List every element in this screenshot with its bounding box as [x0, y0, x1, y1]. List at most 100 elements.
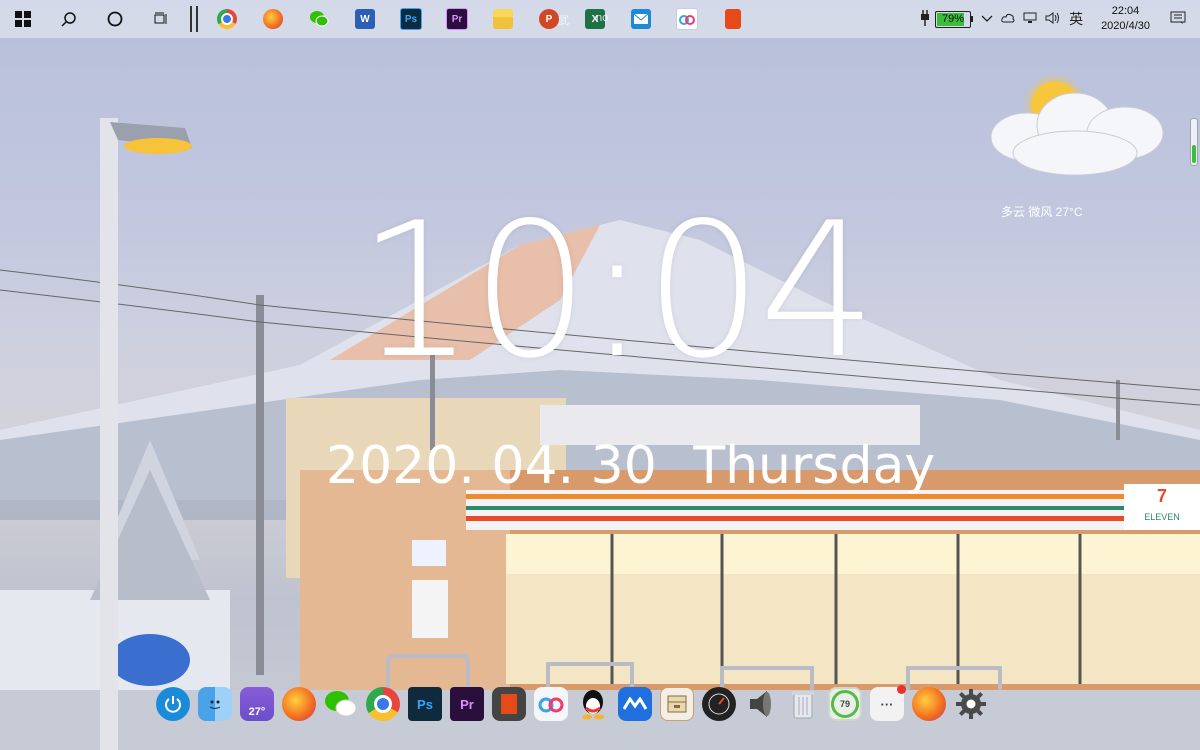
- office-icon: [501, 694, 517, 714]
- cortana-button[interactable]: [92, 0, 138, 38]
- task-view-button[interactable]: [138, 0, 184, 38]
- dock-qq[interactable]: [576, 687, 610, 721]
- faint-overlay-text: 武: [558, 15, 569, 27]
- battery-percent: 79%: [942, 13, 965, 25]
- chevron-down-icon[interactable]: [981, 12, 993, 26]
- task-view-icon: [154, 12, 167, 24]
- dock-chrome[interactable]: [366, 687, 400, 721]
- chrome-icon: [374, 695, 392, 713]
- ime-indicator[interactable]: 英: [1069, 9, 1083, 29]
- start-button[interactable]: [0, 0, 46, 38]
- search-button[interactable]: [46, 0, 92, 38]
- dock-more[interactable]: ···: [870, 685, 906, 721]
- premiere-icon: Pr: [446, 8, 468, 30]
- dock-baidu-netdisk[interactable]: [534, 687, 568, 721]
- battery-tip: [971, 16, 974, 22]
- weekday-text: Thursday: [693, 436, 936, 496]
- dock-tencent-meeting[interactable]: [618, 687, 652, 721]
- search-icon: [61, 12, 76, 27]
- slider-fill: [1192, 145, 1196, 163]
- word-icon: W: [355, 9, 375, 29]
- desktop-clock-date: 2020. 04. 30 Thursday: [326, 436, 955, 496]
- chrome-icon: [217, 9, 237, 29]
- dock-power-button[interactable]: [156, 687, 190, 721]
- archive-drawer-icon: [667, 695, 687, 713]
- taskbar-clock[interactable]: 22:04 2020/4/30: [1101, 4, 1150, 34]
- dock-archive[interactable]: [660, 687, 694, 721]
- side-slider-widget[interactable]: [1190, 118, 1198, 166]
- taskbar-app-excel[interactable]: X: [572, 0, 618, 38]
- taskbar-app-powerpoint[interactable]: P武: [526, 0, 572, 38]
- dock-premiere[interactable]: Pr: [450, 687, 484, 721]
- taskbar: W Ps Pr P武 X no 79% 英 22:04 2020/4/30: [0, 0, 1200, 38]
- dock-memory-monitor[interactable]: 79: [828, 687, 862, 721]
- weather-description: 多云 微风 27°C: [1001, 205, 1083, 219]
- weather-widget[interactable]: 多云 微风 27°C: [985, 75, 1175, 225]
- notification-badge: [897, 685, 906, 694]
- dock-firefox[interactable]: [282, 687, 316, 721]
- photoshop-icon: Ps: [417, 696, 433, 712]
- taskbar-app-wechat[interactable]: [296, 0, 342, 38]
- taskbar-app-chrome[interactable]: [204, 0, 250, 38]
- taskbar-app-word[interactable]: W: [342, 0, 388, 38]
- dock-firefox-2[interactable]: [912, 687, 946, 721]
- desktop-clock-time: 10:04: [356, 182, 877, 399]
- notification-center-icon[interactable]: [1170, 11, 1186, 28]
- gear-icon: [956, 689, 986, 719]
- taskbar-app-baidu-netdisk[interactable]: [664, 0, 710, 38]
- dock-dashboard[interactable]: [702, 687, 736, 721]
- photoshop-icon: Ps: [400, 8, 422, 30]
- baidu-netdisk-icon: [538, 697, 564, 713]
- dock-office[interactable]: [492, 687, 526, 721]
- finder-face-icon: [209, 700, 221, 709]
- dock: 27° Ps Pr 79 ···: [152, 684, 992, 724]
- baidu-netdisk-icon: [676, 8, 698, 30]
- taskbar-date: 2020/4/30: [1101, 20, 1150, 32]
- volume-icon[interactable]: [1045, 11, 1061, 27]
- meeting-icon: [623, 697, 647, 710]
- windows-logo-icon: [15, 11, 31, 27]
- dock-settings[interactable]: [954, 687, 988, 721]
- qq-penguin-icon: [582, 690, 604, 720]
- cortana-circle-icon: [107, 11, 123, 27]
- taskbar-pinned-apps: W Ps Pr P武 X no: [204, 0, 756, 38]
- taskbar-app-file-explorer[interactable]: [480, 0, 526, 38]
- more-icon: ···: [880, 696, 894, 712]
- system-tray: 79% 英 22:04 2020/4/30: [915, 0, 1200, 38]
- svg-text:7: 7: [1157, 486, 1167, 506]
- taskbar-divider: [190, 6, 198, 32]
- dock-finder[interactable]: [198, 687, 232, 721]
- mail-icon: [631, 9, 651, 29]
- dock-weather[interactable]: 27°: [240, 687, 274, 721]
- trash-icon: [792, 691, 814, 719]
- dock-weather-temp: 27°: [248, 706, 266, 718]
- speedometer-icon: [708, 693, 730, 715]
- dock-photoshop[interactable]: Ps: [408, 687, 442, 721]
- dock-speaker[interactable]: [744, 687, 778, 721]
- taskbar-app-photoshop[interactable]: Ps: [388, 0, 434, 38]
- taskbar-app-premiere[interactable]: Pr: [434, 0, 480, 38]
- power-icon: [165, 696, 181, 713]
- battery-indicator[interactable]: 79%: [935, 10, 974, 28]
- taskbar-app-office[interactable]: [710, 0, 756, 38]
- speaker-icon: [750, 691, 771, 717]
- firefox-icon: [263, 9, 283, 29]
- network-icon[interactable]: [1023, 12, 1037, 27]
- premiere-icon: Pr: [460, 696, 474, 712]
- wechat-icon: [325, 691, 357, 717]
- battery-icon: 79%: [935, 10, 972, 28]
- date-text: 2020. 04. 30: [326, 436, 657, 496]
- memory-ring-icon: 79: [831, 690, 859, 718]
- wechat-icon: [309, 9, 329, 29]
- taskbar-app-mail[interactable]: no: [596, 0, 664, 38]
- folder-icon: [493, 9, 513, 29]
- partly-cloudy-icon: [990, 75, 1164, 176]
- dock-wechat[interactable]: [324, 687, 358, 721]
- office-icon: [725, 9, 741, 29]
- faint-overlay-text-2: no: [596, 12, 609, 24]
- taskbar-app-firefox[interactable]: [250, 0, 296, 38]
- onedrive-cloud-icon[interactable]: [1001, 12, 1015, 26]
- power-plug-icon[interactable]: [919, 9, 931, 30]
- powerpoint-icon: P: [539, 9, 559, 29]
- dock-trash[interactable]: [786, 687, 820, 721]
